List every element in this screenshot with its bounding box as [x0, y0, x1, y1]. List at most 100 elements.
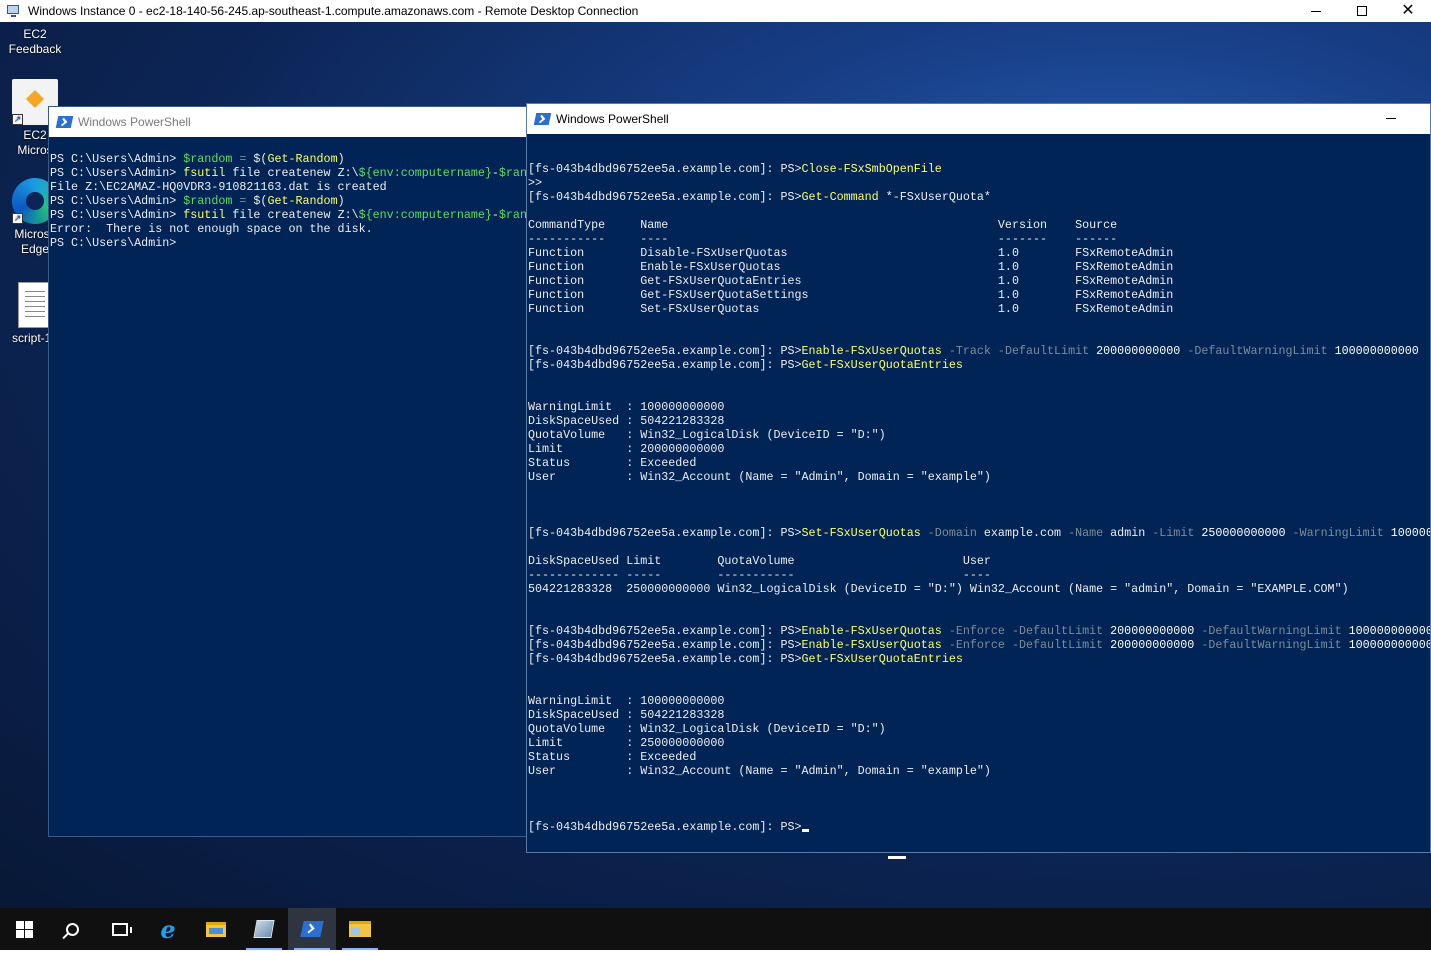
console-token: PS C:\Users\Admin> — [50, 236, 177, 250]
console-line: >> — [528, 176, 1430, 190]
windows-logo-icon — [15, 920, 33, 938]
console-token: PS C:\Users\Admin> — [50, 152, 184, 166]
console-line: PS C:\Users\Admin> — [50, 236, 527, 250]
console-line: User : Win32_Account (Name = "Admin", Do… — [528, 470, 1430, 484]
console-token: Function Set-FSxUserQuotas 1.0 FSxRemote… — [528, 302, 1174, 316]
console-line: PS C:\Users\Admin> $random = $(Get-Rando… — [50, 194, 527, 208]
close-icon: ✕ — [1401, 2, 1415, 19]
console-token: Get-FSxUserQuotaEntries — [801, 358, 963, 372]
console-token: -Track -DefaultLimit — [941, 344, 1097, 358]
powershell-window-right[interactable]: Windows PowerShell [fs-043b4dbd96752ee5a… — [526, 103, 1431, 853]
console-token: -Enforce -DefaultLimit — [941, 624, 1111, 638]
console-token: CommandType Name Version Source — [528, 218, 1118, 232]
task-view-icon — [112, 922, 132, 936]
powershell-window-title: Windows PowerShell — [78, 115, 191, 129]
console-token: Status : Exceeded — [528, 750, 697, 764]
console-token: $( — [253, 152, 268, 166]
powershell-title-bar[interactable]: Windows PowerShell — [527, 104, 1430, 134]
powershell-window-left[interactable]: Windows PowerShell PS C:\Users\Admin> $r… — [48, 106, 530, 837]
console-line: PS C:\Users\Admin> fsutil file createnew… — [50, 166, 527, 180]
console-line: Status : Exceeded — [528, 456, 1430, 470]
console-token: ) — [337, 194, 345, 208]
console-token: [fs-043b4dbd96752ee5a.example.com]: PS> — [528, 638, 802, 652]
folder-window-icon — [349, 921, 371, 937]
task-view-button[interactable] — [96, 908, 144, 950]
console-token: [fs-043b4dbd96752ee5a.example.com]: PS> — [528, 652, 802, 666]
minimize-button[interactable] — [1386, 118, 1396, 119]
console-token: - — [491, 166, 499, 180]
powershell-title-bar[interactable]: Windows PowerShell — [49, 107, 529, 137]
console-line: [fs-043b4dbd96752ee5a.example.com]: PS>E… — [528, 344, 1430, 358]
search-icon — [65, 922, 79, 936]
powershell-icon — [533, 113, 552, 125]
server-manager-icon — [253, 920, 275, 938]
console-token: [fs-043b4dbd96752ee5a.example.com]: PS> — [528, 820, 802, 834]
console-token: DiskSpaceUsed Limit QuotaVolume User — [528, 554, 991, 568]
console-line: User : Win32_Account (Name = "Admin", Do… — [528, 764, 1430, 778]
console-line: [fs-043b4dbd96752ee5a.example.com]: PS>E… — [528, 624, 1430, 638]
console-line: Status : Exceeded — [528, 750, 1430, 764]
console-line: PS C:\Users\Admin> fsutil file createnew… — [50, 208, 527, 222]
console-token: 200000000000 — [1110, 624, 1195, 638]
console-token: ${env:computername} — [358, 166, 492, 180]
console-token: Function Get-FSxUserQuotaEntries 1.0 FSx… — [528, 274, 1174, 288]
minimize-icon — [1311, 10, 1321, 12]
console-token: User : Win32_Account (Name = "Admin", Do… — [528, 764, 991, 778]
console-line: WarningLimit : 100000000000 — [528, 694, 1430, 708]
console-line: WarningLimit : 100000000000 — [528, 400, 1430, 414]
powershell-icon — [300, 921, 324, 937]
console-token: -DefaultWarningLimit — [1194, 624, 1349, 638]
console-token: ------------- ----- ----------- ---- — [528, 568, 991, 582]
console-line: PS C:\Users\Admin> $random = $(Get-Rando… — [50, 152, 527, 166]
console-token: -Domain — [920, 526, 984, 540]
console-token: QuotaVolume : Win32_LogicalDisk (DeviceI… — [528, 428, 886, 442]
console-token: 504221283328 250000000000 Win32_LogicalD… — [528, 582, 1349, 596]
console-token: Function Enable-FSxUserQuotas 1.0 FSxRem… — [528, 260, 1174, 274]
console-token: File Z:\EC2AMAZ-HQ0VDR3-910821163.dat is… — [50, 180, 387, 194]
console-line: QuotaVolume : Win32_LogicalDisk (DeviceI… — [528, 428, 1430, 442]
console-token: PS C:\Users\Admin> — [50, 166, 184, 180]
console-line: [fs-043b4dbd96752ee5a.example.com]: PS>G… — [528, 190, 1430, 204]
console-token: 200000000000 — [1110, 638, 1195, 652]
console-line: [fs-043b4dbd96752ee5a.example.com]: PS> — [528, 820, 1430, 834]
console-token: Status : Exceeded — [528, 456, 697, 470]
desktop-icon-ec2-feedback[interactable]: EC2 Feedback — [0, 27, 70, 57]
folder-icon — [206, 921, 226, 937]
start-button[interactable] — [0, 908, 48, 950]
file-explorer-button[interactable] — [192, 908, 240, 950]
document-icon — [18, 282, 52, 328]
maximize-button[interactable] — [1339, 0, 1385, 22]
console-token: file createnew Z:\ — [225, 208, 359, 222]
console-line: [fs-043b4dbd96752ee5a.example.com]: PS>C… — [528, 162, 1430, 176]
rdp-title-bar[interactable]: Windows Instance 0 - ec2-18-140-56-245.a… — [0, 0, 1431, 22]
console-token: [fs-043b4dbd96752ee5a.example.com]: PS> — [528, 344, 802, 358]
console-line: [fs-043b4dbd96752ee5a.example.com]: PS>G… — [528, 652, 1430, 666]
search-button[interactable] — [48, 908, 96, 950]
console-token: Close-FSxSmbOpenFile — [801, 162, 942, 176]
powershell-console-output[interactable]: PS C:\Users\Admin> $random = $(Get-Rando… — [50, 152, 527, 250]
console-line: DiskSpaceUsed : 504221283328 — [528, 414, 1430, 428]
console-token: >> — [528, 176, 543, 190]
powershell-console-output[interactable]: [fs-043b4dbd96752ee5a.example.com]: PS> C… — [528, 162, 1430, 834]
console-token: $random — [183, 152, 233, 166]
console-line: Function Get-FSxUserQuotaSettings 1.0 FS… — [528, 288, 1430, 302]
rdp-bottom-border — [0, 950, 1431, 954]
console-line: QuotaVolume : Win32_LogicalDisk (DeviceI… — [528, 722, 1430, 736]
internet-explorer-button[interactable]: e — [144, 908, 192, 950]
console-token: $ran — [498, 166, 527, 180]
powershell-button[interactable] — [288, 908, 336, 950]
server-manager-button[interactable] — [240, 908, 288, 950]
explorer-window-button[interactable] — [336, 908, 384, 950]
console-token: -Enforce -DefaultLimit — [941, 638, 1111, 652]
console-token: 250000000000 — [1201, 526, 1286, 540]
desktop-icon-label: EC2 Feedback — [8, 27, 62, 56]
console-token: example.com — [983, 526, 1062, 540]
console-token: Function Disable-FSxUserQuotas 1.0 FSxRe… — [528, 246, 1174, 260]
close-button[interactable]: ✕ — [1385, 0, 1431, 22]
text-cursor — [888, 856, 906, 859]
console-token: $ran — [498, 208, 527, 222]
minimize-button[interactable] — [1293, 0, 1339, 22]
